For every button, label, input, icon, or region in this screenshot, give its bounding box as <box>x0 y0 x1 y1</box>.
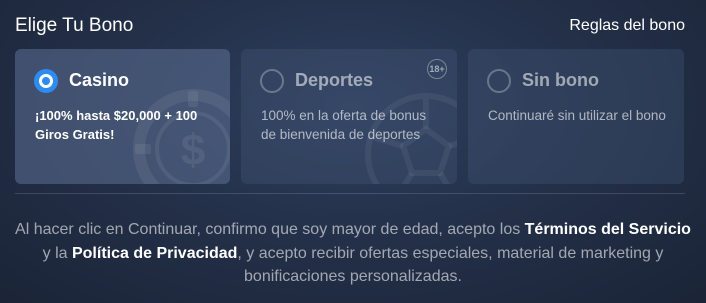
legal-text-part2: y la <box>42 244 72 262</box>
radio-sin-bono[interactable] <box>487 69 511 93</box>
option-title-sin-bono: Sin bono <box>522 70 599 90</box>
legal-text-part1: Al hacer clic en Continuar, confirmo que… <box>15 221 525 238</box>
bonus-option-sin-bono[interactable]: Sin bono Continuaré sin utilizar el bono <box>468 49 684 184</box>
legal-disclaimer: Al hacer clic en Continuar, confirmo que… <box>15 218 691 289</box>
page-title: Elige Tu Bono <box>15 15 134 36</box>
terms-of-service-link[interactable]: Términos del Servicio <box>525 221 691 238</box>
age-restriction-badge: 18+ <box>427 59 447 79</box>
radio-casino[interactable] <box>34 69 58 93</box>
bonus-header: Elige Tu Bono Reglas del bono <box>15 14 685 38</box>
bonus-rules-link[interactable]: Reglas del bono <box>569 17 685 35</box>
option-title-deportes: Deportes <box>295 70 374 90</box>
option-description-casino: ¡100% hasta $20,000 + 100 Giros Gratis! <box>35 108 198 142</box>
option-title-casino: Casino <box>69 70 130 90</box>
legal-text-part3: , y acepto recibir ofertas especiales, m… <box>237 244 664 286</box>
privacy-policy-link[interactable]: Política de Privacidad <box>72 245 237 262</box>
option-description-deportes: 100% en la oferta de bonus de bienvenida… <box>261 108 427 142</box>
radio-deportes[interactable] <box>260 69 284 93</box>
bonus-option-casino[interactable]: $ Casino ¡100% hasta $20,000 + 100 Giros… <box>15 49 230 184</box>
bonus-option-deportes[interactable]: 18+ Deportes 100% en la oferta de bonus … <box>241 49 457 184</box>
option-description-sin-bono: Continuaré sin utilizar el bono <box>488 108 666 123</box>
divider <box>15 193 685 194</box>
